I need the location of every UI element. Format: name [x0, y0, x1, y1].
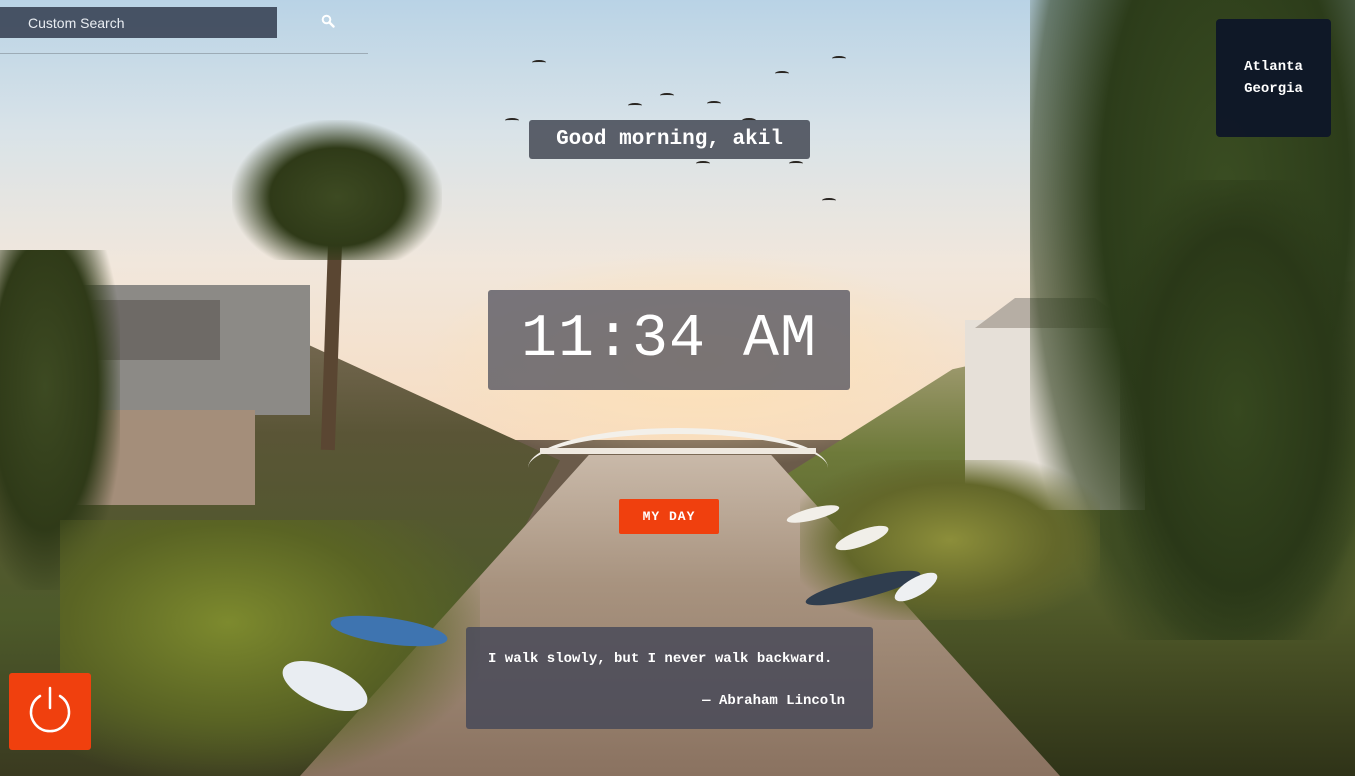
bridge-rail: [540, 448, 816, 454]
bird: [775, 71, 789, 76]
clock: 11:34 AM: [488, 290, 850, 390]
bird: [505, 118, 519, 123]
quote-text: I walk slowly, but I never walk backward…: [488, 651, 833, 667]
bird: [822, 198, 836, 203]
bird: [628, 103, 642, 108]
tree: [1120, 180, 1355, 640]
quote-author: — Abraham Lincoln: [702, 693, 845, 709]
my-day-button[interactable]: MY DAY: [619, 499, 719, 534]
bird: [660, 93, 674, 98]
search-icon[interactable]: [321, 14, 335, 28]
search-placeholder: Custom Search: [28, 14, 125, 31]
location-widget[interactable]: Atlanta Georgia: [1216, 19, 1331, 137]
bird: [832, 56, 846, 61]
location-city: Atlanta: [1244, 59, 1303, 75]
quote-box: I walk slowly, but I never walk backward…: [466, 627, 873, 729]
power-button[interactable]: [9, 673, 91, 750]
palm-crown: [232, 120, 442, 260]
search-input[interactable]: Custom Search: [0, 7, 277, 38]
location-region: Georgia: [1244, 81, 1303, 97]
divider: [0, 53, 368, 54]
bird: [532, 60, 546, 65]
greeting: Good morning, akil: [529, 120, 810, 159]
hedge: [60, 520, 480, 776]
power-icon: [25, 684, 75, 739]
bird: [696, 161, 710, 166]
bird: [789, 161, 803, 166]
bird: [707, 101, 721, 106]
